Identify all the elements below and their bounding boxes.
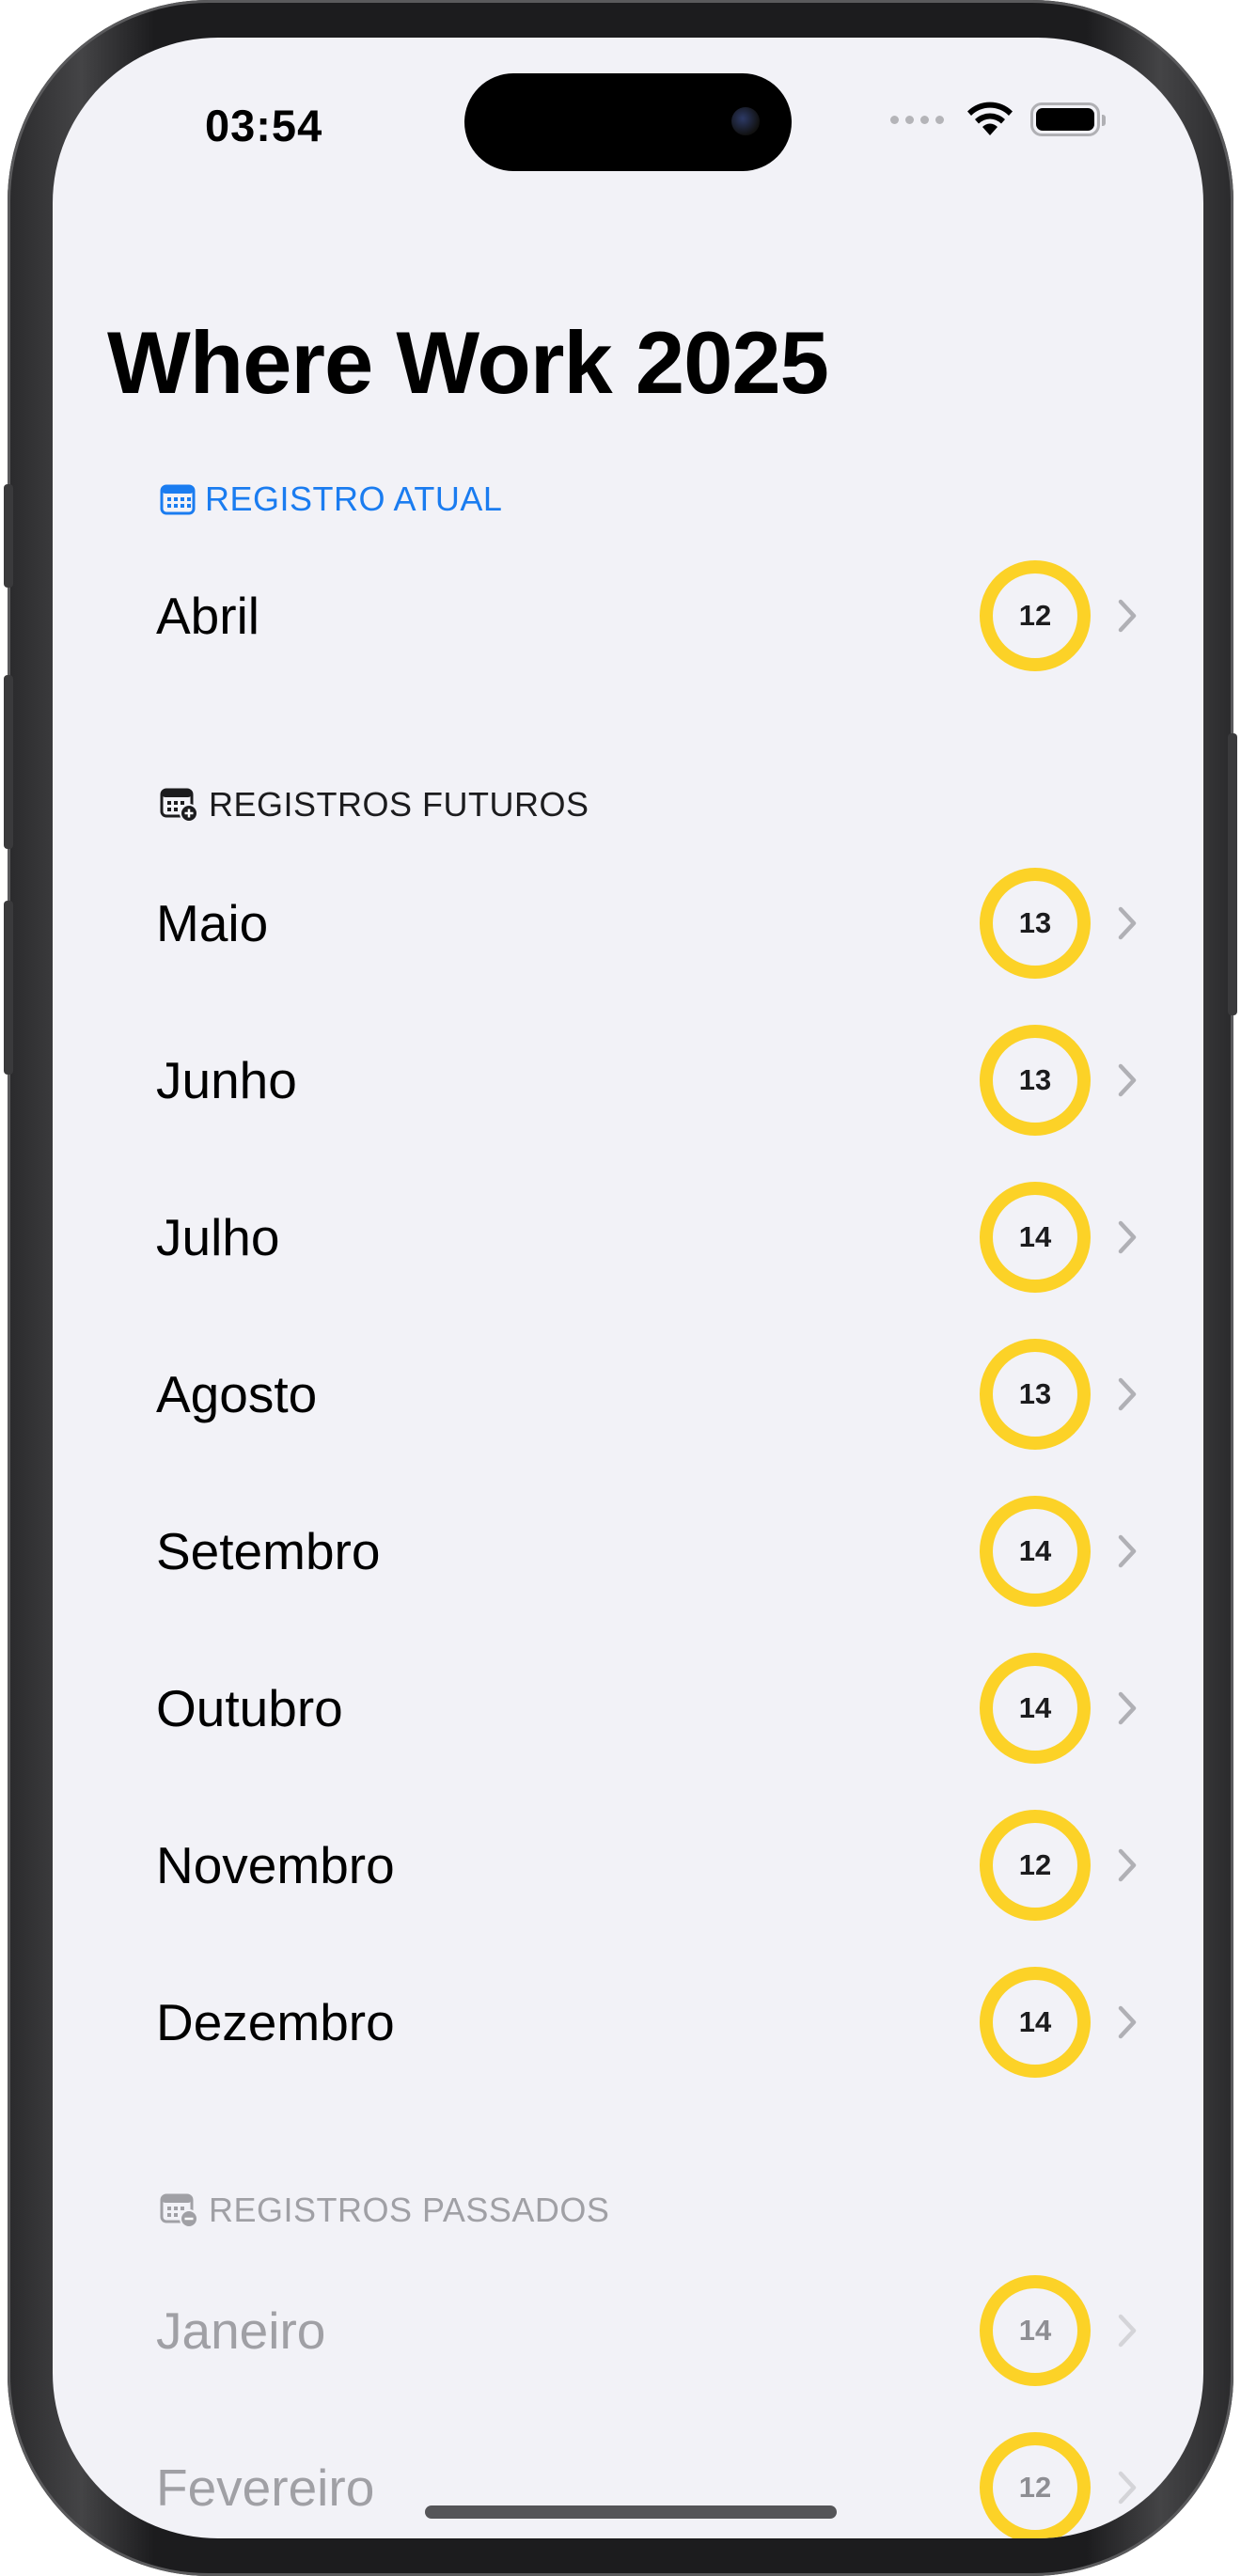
month-label: Abril: [156, 587, 260, 645]
phone-frame: 03:54 Where Work 2025 REGISTRO ATUAL Abr…: [4, 0, 1237, 2576]
list-item-novembro[interactable]: Novembro 12: [156, 1804, 1147, 1926]
wifi-icon: [967, 102, 1013, 135]
chevron-right-icon: [1118, 1220, 1137, 1254]
volume-up-button: [4, 675, 13, 849]
count-ring: 14: [980, 1653, 1091, 1764]
screen: 03:54 Where Work 2025 REGISTRO ATUAL Abr…: [53, 38, 1203, 2538]
list-item-agosto[interactable]: Agosto 13: [156, 1333, 1147, 1455]
month-label: Fevereiro: [156, 2458, 375, 2517]
count-ring: 12: [980, 1810, 1091, 1921]
month-label: Maio: [156, 894, 269, 952]
count-ring: 12: [980, 2432, 1091, 2538]
list-item-junho[interactable]: Junho 13: [156, 1019, 1147, 1141]
count-ring: 13: [980, 1339, 1091, 1450]
chevron-right-icon: [1118, 599, 1137, 633]
list-item-maio[interactable]: Maio 13: [156, 862, 1147, 984]
list-item-setembro[interactable]: Setembro 14: [156, 1490, 1147, 1612]
camera-lens: [731, 107, 760, 135]
count-ring: 14: [980, 1182, 1091, 1293]
chevron-right-icon: [1118, 1534, 1137, 1568]
chevron-right-icon: [1118, 2005, 1137, 2039]
chevron-right-icon: [1118, 2314, 1137, 2348]
month-label: Julho: [156, 1208, 280, 1266]
count-ring: 12: [980, 560, 1091, 671]
volume-down-button: [4, 901, 13, 1075]
page-title: Where Work 2025: [107, 313, 829, 412]
cellular-signal-icon: [890, 115, 944, 124]
count-ring: 14: [980, 1967, 1091, 2078]
list-item-abril[interactable]: Abril 12: [156, 555, 1147, 677]
month-label: Outubro: [156, 1679, 343, 1737]
count-ring: 14: [980, 2275, 1091, 2386]
month-label: Agosto: [156, 1365, 318, 1423]
section-header-current: REGISTRO ATUAL: [160, 479, 502, 519]
chevron-right-icon: [1118, 906, 1137, 940]
month-label: Setembro: [156, 1522, 381, 1580]
chevron-right-icon: [1118, 1063, 1137, 1097]
list-item-fevereiro[interactable]: Fevereiro 12: [156, 2427, 1147, 2538]
count-ring: 14: [980, 1496, 1091, 1607]
month-label: Junho: [156, 1051, 297, 1109]
dynamic-island: [464, 73, 792, 171]
month-label: Dezembro: [156, 1993, 395, 2051]
list-item-janeiro[interactable]: Janeiro 14: [156, 2270, 1147, 2392]
chevron-right-icon: [1118, 1691, 1137, 1725]
list-item-dezembro[interactable]: Dezembro 14: [156, 1961, 1147, 2083]
month-label: Janeiro: [156, 2301, 326, 2360]
power-button: [1228, 733, 1237, 1015]
battery-icon: [1030, 102, 1106, 136]
count-ring: 13: [980, 1025, 1091, 1136]
calendar-icon: [160, 484, 196, 515]
section-label: REGISTRO ATUAL: [205, 479, 503, 518]
count-ring: 13: [980, 868, 1091, 979]
list-item-julho[interactable]: Julho 14: [156, 1176, 1147, 1298]
chevron-right-icon: [1118, 2471, 1137, 2505]
status-time: 03:54: [205, 101, 323, 150]
action-button: [4, 484, 13, 588]
section-header-future: REGISTROS FUTUROS: [160, 785, 589, 825]
calendar-badge-minus-icon: [160, 2193, 198, 2228]
section-header-past: REGISTROS PASSADOS: [160, 2191, 609, 2230]
chevron-right-icon: [1118, 1377, 1137, 1411]
chevron-right-icon: [1118, 1848, 1137, 1882]
list-item-outubro[interactable]: Outubro 14: [156, 1647, 1147, 1769]
section-label: REGISTROS FUTUROS: [209, 785, 589, 824]
calendar-badge-plus-icon: [160, 788, 198, 823]
month-label: Novembro: [156, 1836, 395, 1894]
home-indicator[interactable]: [425, 2505, 837, 2519]
status-icons: [890, 102, 1106, 137]
section-label: REGISTROS PASSADOS: [209, 2191, 610, 2229]
